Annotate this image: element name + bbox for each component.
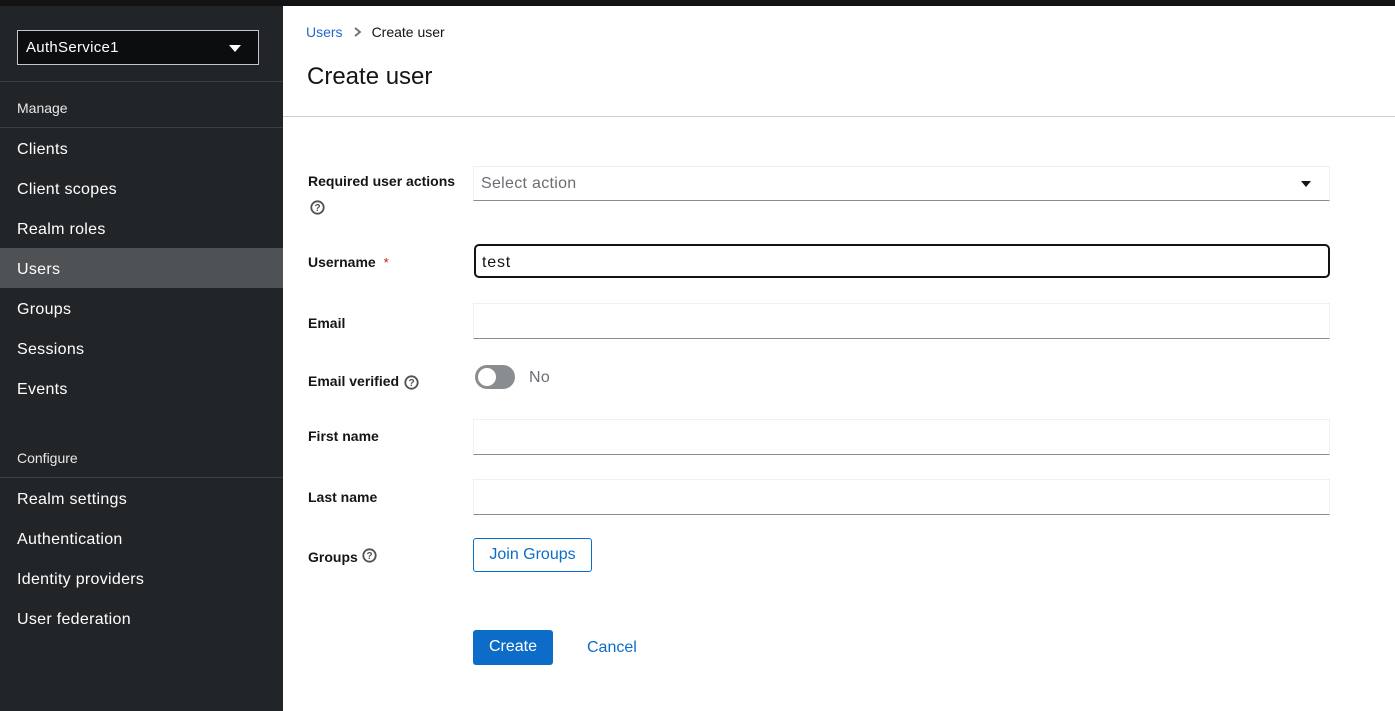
svg-text:?: ? bbox=[314, 203, 320, 214]
svg-text:?: ? bbox=[408, 378, 414, 389]
svg-text:?: ? bbox=[366, 551, 372, 562]
